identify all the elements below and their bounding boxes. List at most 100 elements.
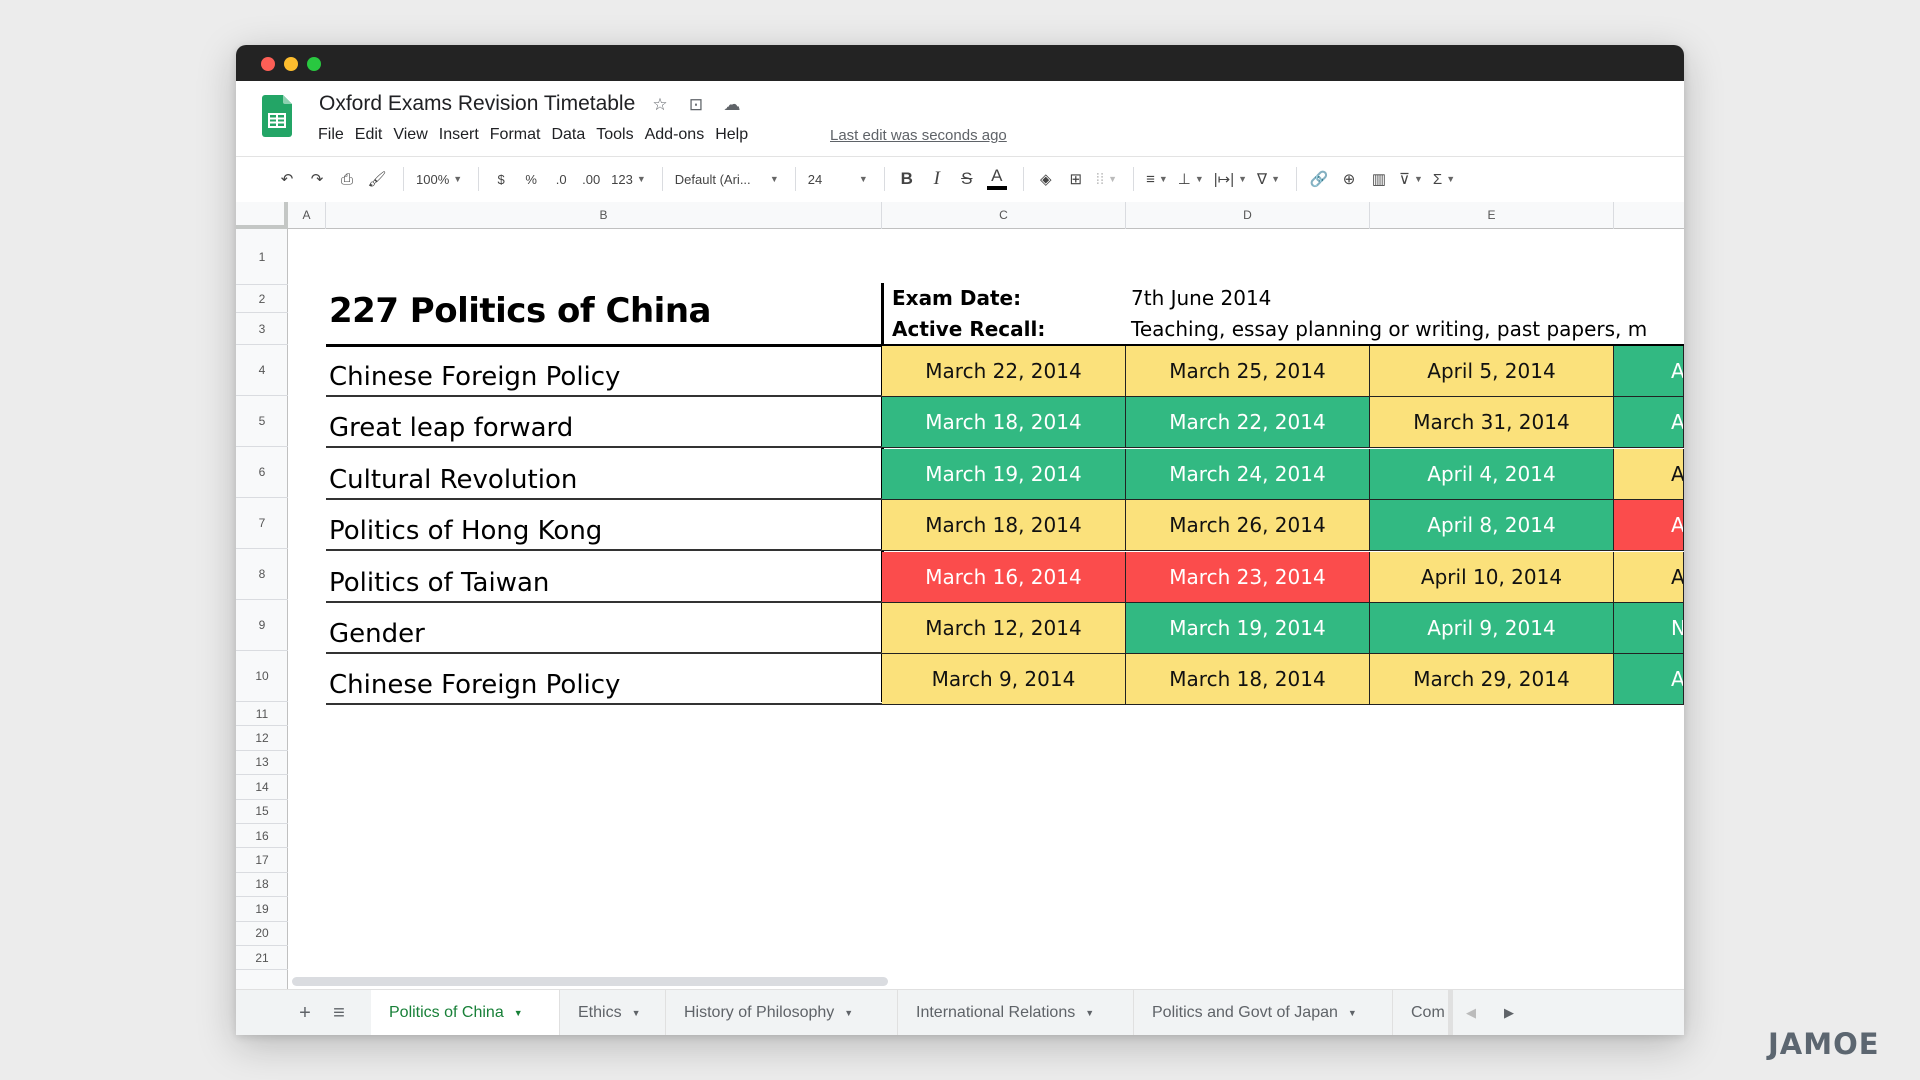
topic-cell[interactable]: Politics of Hong Kong (326, 500, 882, 552)
review-date-cell[interactable]: March 16, 2014 (882, 551, 1126, 603)
row-header[interactable]: 6 (236, 447, 288, 498)
row-header[interactable]: 15 (236, 800, 288, 824)
review-date-cell[interactable]: April 4, 2014 (1370, 448, 1614, 500)
review-date-cell[interactable]: A (1614, 397, 1684, 449)
star-icon[interactable]: ☆ (649, 95, 671, 115)
row-header[interactable]: 18 (236, 873, 288, 898)
row-header[interactable]: 4 (236, 345, 288, 396)
sheet-tab-politics-of-china[interactable]: Politics of China ▼ (371, 990, 560, 1035)
active-recall-value[interactable]: Teaching, essay planning or writing, pas… (1131, 317, 1647, 341)
horizontal-scrollbar[interactable] (292, 977, 888, 986)
review-date-cell[interactable]: A (1614, 500, 1684, 552)
row-header[interactable]: 16 (236, 824, 288, 849)
exam-date-label[interactable]: Exam Date: (892, 286, 1021, 310)
menu-insert[interactable]: Insert (439, 126, 479, 144)
review-date-cell[interactable]: A (1614, 551, 1684, 603)
decrease-decimal-button[interactable]: .0 (548, 165, 574, 193)
more-formats-button[interactable]: 123 ▼ (608, 165, 649, 193)
sheet-tab-international-relations[interactable]: International Relations ▼ (898, 990, 1134, 1035)
text-color-button[interactable]: A (984, 165, 1010, 193)
fill-color-icon[interactable]: ◈ (1033, 165, 1059, 193)
row-header[interactable]: 8 (236, 549, 288, 600)
all-sheets-button[interactable]: ≡ (322, 990, 356, 1035)
review-date-cell[interactable]: A (1614, 346, 1684, 397)
italic-button[interactable]: I (924, 165, 950, 193)
topic-cell[interactable]: Chinese Foreign Policy (326, 654, 882, 706)
review-date-cell[interactable]: March 18, 2014 (882, 397, 1126, 449)
row-header[interactable]: 19 (236, 897, 288, 922)
font-family-select[interactable]: Default (Ari... ▼ (672, 165, 782, 193)
review-date-cell[interactable]: March 9, 2014 (882, 654, 1126, 706)
review-date-cell[interactable]: April 10, 2014 (1370, 551, 1614, 603)
text-rotation-icon[interactable]: ∇ ▼ (1254, 165, 1283, 193)
column-header-b[interactable]: B (326, 202, 882, 229)
review-date-cell[interactable]: March 26, 2014 (1126, 500, 1370, 552)
topic-cell[interactable]: Great leap forward (326, 397, 882, 449)
bold-button[interactable]: B (894, 165, 920, 193)
menu-data[interactable]: Data (551, 126, 585, 144)
row-header[interactable]: 7 (236, 498, 288, 549)
review-date-cell[interactable]: March 24, 2014 (1126, 448, 1370, 500)
topic-cell[interactable]: Politics of Taiwan (326, 552, 882, 603)
row-header[interactable]: 20 (236, 922, 288, 946)
row-header[interactable]: 11 (236, 702, 288, 727)
sheet-tab-history-of-philosophy[interactable]: History of Philosophy ▼ (666, 990, 898, 1035)
topic-cell[interactable]: Cultural Revolution (326, 449, 882, 500)
review-date-cell[interactable]: A (1614, 448, 1684, 500)
sheets-logo-icon[interactable] (262, 95, 292, 137)
menu-tools[interactable]: Tools (596, 126, 633, 144)
filter-icon[interactable]: ⊽ ▼ (1396, 165, 1426, 193)
functions-icon[interactable]: Σ ▼ (1430, 165, 1458, 193)
column-header-d[interactable]: D (1126, 202, 1370, 229)
close-window-button[interactable] (261, 57, 275, 71)
review-date-cell[interactable]: March 31, 2014 (1370, 397, 1614, 449)
review-date-cell[interactable]: April 8, 2014 (1370, 500, 1614, 552)
sheet-tab-ethics[interactable]: Ethics ▼ (560, 990, 666, 1035)
review-date-cell[interactable]: March 19, 2014 (882, 448, 1126, 500)
sheet-tab-politics-and-govt-of-japan[interactable]: Politics and Govt of Japan ▼ (1134, 990, 1393, 1035)
row-header[interactable]: 21 (236, 946, 288, 971)
exam-date-value[interactable]: 7th June 2014 (1131, 286, 1271, 310)
borders-icon[interactable]: ⊞ (1063, 165, 1089, 193)
column-header-c[interactable]: C (882, 202, 1126, 229)
row-header[interactable]: 10 (236, 651, 288, 702)
topic-cell[interactable]: Chinese Foreign Policy (326, 346, 882, 397)
review-date-cell[interactable]: March 12, 2014 (882, 603, 1126, 654)
print-icon[interactable]: ⎙ (334, 165, 360, 193)
menu-add-ons[interactable]: Add-ons (645, 126, 705, 144)
zoom-select[interactable]: 100% ▼ (413, 165, 465, 193)
increase-decimal-button[interactable]: .00 (578, 165, 604, 193)
review-date-cell[interactable]: N (1614, 603, 1684, 654)
review-date-cell[interactable]: April 9, 2014 (1370, 603, 1614, 654)
scroll-tabs-right-icon[interactable]: ▶ (1504, 1005, 1514, 1021)
last-edit-link[interactable]: Last edit was seconds ago (830, 127, 1007, 144)
menu-edit[interactable]: Edit (355, 126, 383, 144)
row-header[interactable]: 5 (236, 396, 288, 447)
row-header[interactable]: 2 (236, 285, 288, 313)
sheet-title-cell[interactable]: 227 Politics of China (329, 291, 711, 331)
font-size-select[interactable]: 24 ▼ (805, 165, 871, 193)
cloud-status-icon[interactable]: ☁ (721, 95, 743, 115)
minimize-window-button[interactable] (284, 57, 298, 71)
insert-chart-icon[interactable]: ▥ (1366, 165, 1392, 193)
redo-icon[interactable]: ↷ (304, 165, 330, 193)
paint-format-icon[interactable]: 🖌 (364, 165, 390, 193)
menu-help[interactable]: Help (715, 126, 748, 144)
undo-icon[interactable]: ↶ (274, 165, 300, 193)
row-header[interactable]: 14 (236, 775, 288, 800)
column-header-a[interactable]: A (288, 202, 326, 229)
select-all-corner[interactable] (236, 202, 288, 229)
maximize-window-button[interactable] (307, 57, 321, 71)
review-date-cell[interactable]: March 22, 2014 (1126, 397, 1370, 449)
review-date-cell[interactable]: April 5, 2014 (1370, 346, 1614, 397)
review-date-cell[interactable]: March 25, 2014 (1126, 346, 1370, 397)
horizontal-align-icon[interactable]: ≡ ▼ (1143, 165, 1171, 193)
row-header[interactable]: 9 (236, 600, 288, 651)
column-header-e[interactable]: E (1370, 202, 1614, 229)
row-header[interactable]: 17 (236, 848, 288, 873)
active-recall-label[interactable]: Active Recall: (892, 317, 1045, 341)
text-wrapping-icon[interactable]: |↦| ▼ (1211, 165, 1250, 193)
row-header[interactable]: 1 (236, 229, 288, 285)
add-sheet-button[interactable]: + (288, 990, 322, 1035)
document-title[interactable]: Oxford Exams Revision Timetable (319, 92, 635, 116)
